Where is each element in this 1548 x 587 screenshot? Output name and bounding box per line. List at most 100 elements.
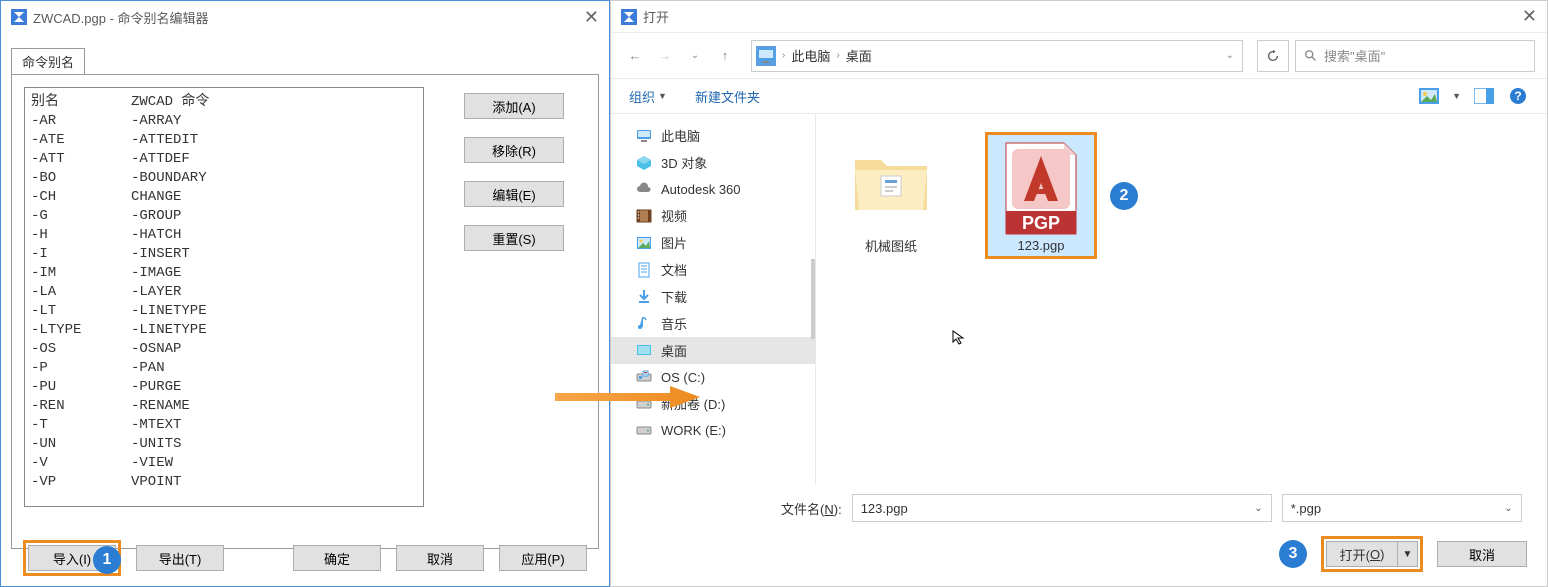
edit-button[interactable]: 编辑(E) — [464, 181, 564, 207]
monitor-icon — [635, 127, 653, 145]
close-icon[interactable]: ✕ — [1522, 6, 1537, 27]
tree-item[interactable]: 视频 — [611, 202, 815, 229]
tree-item[interactable]: 桌面 — [611, 337, 815, 364]
open-file-dialog: 打开 ✕ ← → ⌄ ↑ › 此电脑 › 桌面 ⌄ 搜索"桌面" — [610, 0, 1548, 587]
list-item[interactable]: -V-VIEW — [25, 454, 423, 473]
list-item[interactable]: -VPVPOINT — [25, 473, 423, 492]
tree-item[interactable]: WORK (E:) — [611, 417, 815, 443]
tree-item[interactable]: 此电脑 — [611, 122, 815, 149]
view-picture-icon[interactable] — [1418, 87, 1440, 105]
filter-combo[interactable]: *.pgp ⌄ — [1282, 494, 1522, 522]
list-item[interactable]: -P-PAN — [25, 359, 423, 378]
apply-button[interactable]: 应用(P) — [499, 545, 587, 571]
chevron-down-icon[interactable]: ⌄ — [1254, 503, 1262, 514]
tree-item[interactable]: 下载 — [611, 283, 815, 310]
svg-text:?: ? — [1514, 89, 1521, 103]
back-icon[interactable]: ← — [623, 44, 647, 68]
callout-2: 2 — [1110, 182, 1138, 210]
open-titlebar: 打开 ✕ — [611, 1, 1547, 33]
recent-dropdown-icon[interactable]: ⌄ — [683, 44, 707, 68]
svg-text:PGP: PGP — [1022, 213, 1060, 233]
music-icon — [635, 315, 653, 333]
list-item[interactable]: -LTYPE-LINETYPE — [25, 321, 423, 340]
tree-item[interactable]: Autodesk 360 — [611, 176, 815, 202]
file-folder-name: 机械图纸 — [865, 236, 917, 255]
breadcrumb[interactable]: › 此电脑 › 桌面 ⌄ — [751, 40, 1243, 72]
cube-icon — [635, 154, 653, 172]
pgp-file-highlight: PGP 123.pgp 2 — [986, 132, 1096, 259]
list-item[interactable]: -G-GROUP — [25, 207, 423, 226]
list-item[interactable]: -AR-ARRAY — [25, 112, 423, 131]
close-icon[interactable]: ✕ — [584, 7, 599, 28]
chevron-down-icon[interactable]: ⌄ — [1504, 503, 1512, 514]
tree-item[interactable]: 图片 — [611, 229, 815, 256]
reset-button[interactable]: 重置(S) — [464, 225, 564, 251]
app-icon — [621, 9, 637, 25]
list-item[interactable]: -CHCHANGE — [25, 188, 423, 207]
preview-pane-icon[interactable] — [1473, 87, 1495, 105]
search-icon — [1304, 49, 1318, 63]
list-item[interactable]: -H-HATCH — [25, 226, 423, 245]
list-item[interactable]: -LT-LINETYPE — [25, 302, 423, 321]
video-icon — [635, 207, 653, 225]
arrow-icon — [550, 382, 710, 412]
desktop-icon — [635, 342, 653, 360]
titlebar: ZWCAD.pgp - 命令别名编辑器 ✕ — [1, 1, 609, 33]
file-pgp-name: 123.pgp — [991, 238, 1091, 253]
cancel-button[interactable]: 取消 — [396, 545, 484, 571]
export-button[interactable]: 导出(T) — [136, 545, 224, 571]
disk-icon — [635, 421, 653, 439]
col-header-alias: 别名 — [31, 90, 131, 110]
list-item[interactable]: -OS-OSNAP — [25, 340, 423, 359]
tree-item[interactable]: 文档 — [611, 256, 815, 283]
callout-1: 1 — [93, 546, 121, 574]
folder-icon — [851, 150, 931, 215]
remove-button[interactable]: 移除(R) — [464, 137, 564, 163]
ok-button[interactable]: 确定 — [293, 545, 381, 571]
download-icon — [635, 288, 653, 306]
list-item[interactable]: -IM-IMAGE — [25, 264, 423, 283]
cloud-icon — [635, 180, 653, 198]
organize-menu[interactable]: 组织 ▼ — [629, 87, 667, 106]
search-placeholder: 搜索"桌面" — [1324, 46, 1385, 65]
search-input[interactable]: 搜索"桌面" — [1295, 40, 1535, 72]
list-item[interactable]: -ATT-ATTDEF — [25, 150, 423, 169]
list-item[interactable]: -BO-BOUNDARY — [25, 169, 423, 188]
up-icon[interactable]: ↑ — [713, 44, 737, 68]
list-item[interactable]: -PU-PURGE — [25, 378, 423, 397]
cancel-button[interactable]: 取消 — [1437, 541, 1527, 567]
file-pane[interactable]: 机械图纸 — [816, 114, 1547, 484]
new-folder-button[interactable]: 新建文件夹 — [695, 87, 760, 106]
file-folder-tile[interactable]: 机械图纸 — [836, 132, 946, 255]
list-item[interactable]: -UN-UNITS — [25, 435, 423, 454]
open-dropdown-icon[interactable]: ▼ — [1398, 541, 1418, 567]
open-button[interactable]: 打开(O) ▼ — [1326, 541, 1418, 567]
view-dropdown-icon[interactable]: ▼ — [1452, 91, 1461, 101]
list-item[interactable]: -T-MTEXT — [25, 416, 423, 435]
picture-icon — [635, 234, 653, 252]
filename-combo[interactable]: 123.pgp ⌄ — [852, 494, 1272, 522]
help-icon[interactable]: ? — [1507, 87, 1529, 105]
list-item[interactable]: -LA-LAYER — [25, 283, 423, 302]
refresh-button[interactable] — [1257, 40, 1289, 72]
filter-value: *.pgp — [1291, 501, 1321, 516]
chevron-down-icon[interactable]: ⌄ — [1226, 50, 1234, 61]
tree-item[interactable]: 3D 对象 — [611, 149, 815, 176]
cursor-icon — [951, 329, 967, 345]
crumb-desktop[interactable]: 桌面 — [846, 46, 872, 65]
file-pgp-tile[interactable]: PGP 123.pgp — [986, 132, 1096, 259]
tab-alias[interactable]: 命令别名 — [11, 48, 85, 74]
alias-listbox[interactable]: 别名 ZWCAD 命令 -AR-ARRAY-ATE-ATTEDIT-ATT-AT… — [24, 87, 424, 507]
tree-scrollbar[interactable] — [811, 114, 815, 484]
col-header-cmd: ZWCAD 命令 — [131, 90, 417, 110]
tree-item[interactable]: 音乐 — [611, 310, 815, 337]
folder-tree[interactable]: 此电脑3D 对象Autodesk 360视频图片文档下载音乐桌面OS (C:)新… — [611, 114, 816, 484]
crumb-pc[interactable]: 此电脑 — [791, 46, 830, 65]
list-item[interactable]: -I-INSERT — [25, 245, 423, 264]
list-item[interactable]: -REN-RENAME — [25, 397, 423, 416]
filename-value: 123.pgp — [861, 501, 908, 516]
add-button[interactable]: 添加(A) — [464, 93, 564, 119]
forward-icon[interactable]: → — [653, 44, 677, 68]
monitor-icon — [756, 46, 776, 66]
list-item[interactable]: -ATE-ATTEDIT — [25, 131, 423, 150]
